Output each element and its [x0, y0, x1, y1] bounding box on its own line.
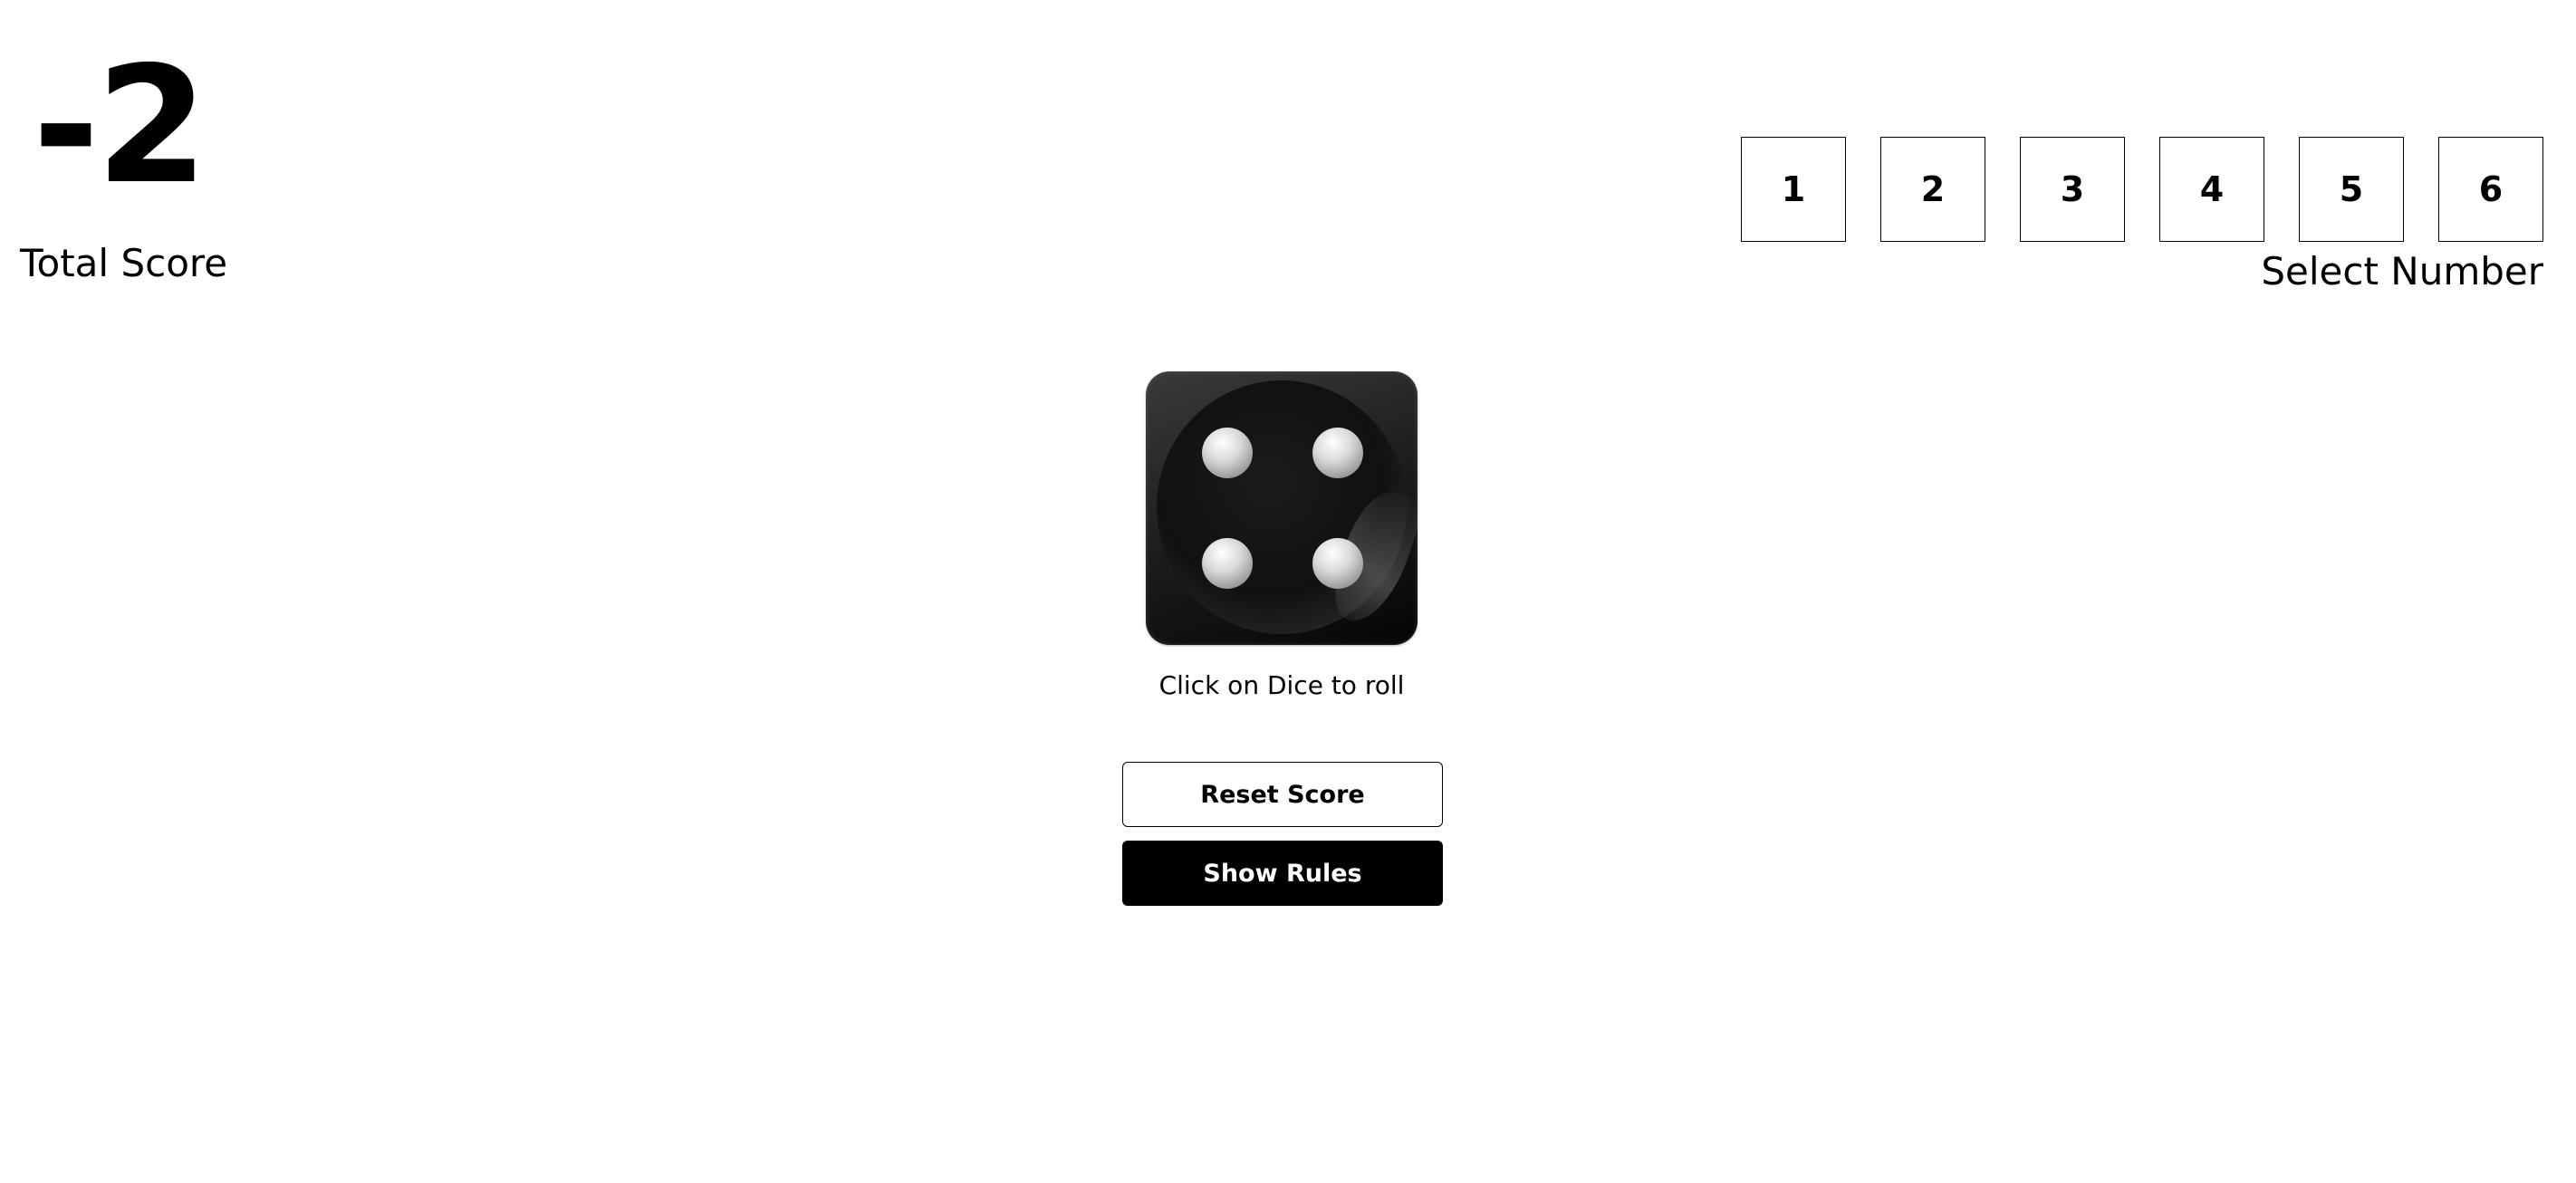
number-option-6[interactable]: 6 [2438, 137, 2543, 242]
dice-pip [1312, 538, 1363, 589]
dice-four-icon[interactable] [1146, 371, 1418, 645]
roll-hint-text: Click on Dice to roll [1158, 670, 1405, 700]
score-panel: -2 Total Score [20, 45, 227, 283]
number-options: 1 2 3 4 5 6 [1741, 137, 2543, 242]
total-score-value: -2 [33, 32, 208, 219]
number-option-4[interactable]: 4 [2159, 137, 2264, 242]
select-number-label: Select Number [2261, 249, 2543, 293]
number-option-5[interactable]: 5 [2299, 137, 2404, 242]
dice-pip [1202, 428, 1253, 478]
dice-pip [1312, 428, 1363, 478]
show-rules-button[interactable]: Show Rules [1122, 841, 1443, 906]
total-score-label: Total Score [20, 241, 228, 285]
dice-game-page: -2 Total Score 1 2 3 4 5 6 Select Number… [0, 0, 2576, 1183]
number-option-3[interactable]: 3 [2020, 137, 2125, 242]
dice-pip [1202, 538, 1253, 589]
number-selector: 1 2 3 4 5 6 Select Number [1741, 137, 2543, 291]
number-option-1[interactable]: 1 [1741, 137, 1846, 242]
reset-score-button[interactable]: Reset Score [1122, 762, 1443, 827]
number-option-2[interactable]: 2 [1880, 137, 1985, 242]
